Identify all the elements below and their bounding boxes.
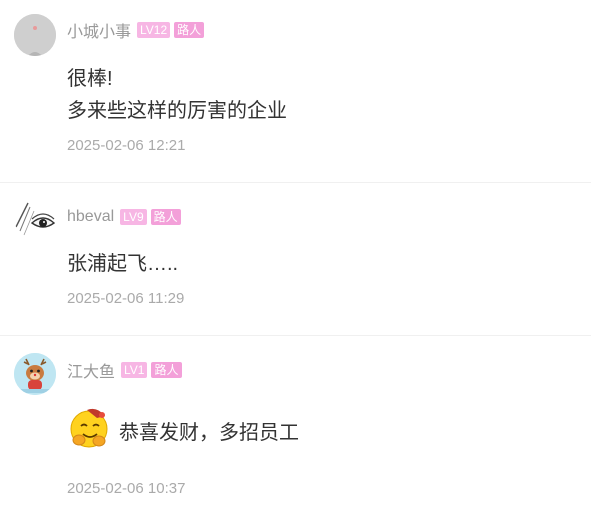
comment-meta: 小城小事 LV12 路人 [67, 18, 208, 42]
comment-item: hbeval LV9 路人 张浦起飞….. 2025-02-06 11:29 [0, 183, 591, 335]
comment-item: 江大鱼 LV1 路人 恭喜发财，多招员工 2025-02-06 10:37 [0, 336, 591, 509]
comment-time: 2025-02-06 10:37 [67, 480, 186, 497]
yellow-blessing-emoji-icon [67, 404, 113, 450]
gray-dot-avatar-icon [14, 14, 56, 56]
comment-item: 小城小事 LV12 路人 很棒! 多来些这样的厉害的企业 2025-02-06 … [0, 0, 591, 182]
role-badge: 路人 [150, 209, 181, 225]
comment-text-line: 很棒! [67, 68, 113, 90]
level-badge: LV9 [120, 209, 147, 225]
username[interactable]: 江大鱼 [67, 358, 115, 382]
avatar[interactable] [14, 197, 56, 239]
level-badge: LV1 [121, 362, 148, 378]
role-badge: 路人 [151, 362, 182, 378]
comment-text-line: 张浦起飞….. [67, 253, 179, 275]
username[interactable]: hbeval [67, 208, 114, 226]
comment-text-line: 多来些这样的厉害的企业 [67, 100, 287, 122]
comment-meta: hbeval LV9 路人 [67, 207, 185, 227]
level-badge: LV12 [137, 22, 171, 38]
avatar[interactable] [14, 353, 56, 395]
comment-text-line: 恭喜发财，多招员工 [119, 422, 299, 444]
avatar[interactable] [14, 14, 56, 56]
comment-time: 2025-02-06 12:21 [67, 137, 186, 154]
eye-sketch-avatar-icon [14, 197, 56, 239]
deer-cartoon-avatar-icon [14, 353, 56, 395]
username[interactable]: 小城小事 [67, 18, 131, 42]
role-badge: 路人 [174, 22, 205, 38]
comment-meta: 江大鱼 LV1 路人 [67, 358, 186, 382]
comment-time: 2025-02-06 11:29 [67, 290, 185, 307]
